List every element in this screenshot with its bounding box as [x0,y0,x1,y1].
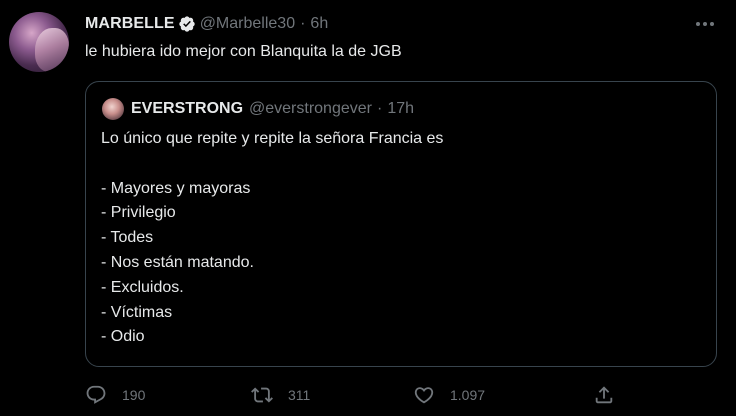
tweet-text: le hubiera ido mejor con Blanquita la de… [85,43,402,60]
reply-button[interactable]: 190 [85,380,145,410]
share-icon [593,384,615,406]
tweet-header: MARBELLE @Marbelle30 · 6h [85,13,328,35]
reply-count: 190 [122,387,146,403]
retweet-button[interactable]: 311 [251,380,310,410]
handle[interactable]: @Marbelle30 [200,15,295,33]
quoted-handle: @everstrongever [249,100,372,117]
quoted-text-line: - Excluidos. [101,278,184,296]
quoted-text-line: - Odio [101,328,145,346]
retweet-count: 311 [288,387,311,403]
quoted-header: EVERSTRONG @everstrongever · 17h [131,98,414,120]
action-bar: 190 311 1.097 [85,380,717,410]
quoted-separator: · [376,100,383,117]
quoted-display-name: EVERSTRONG [131,100,244,117]
quoted-text-line: - Privilegio [101,204,176,222]
quoted-timestamp: 17h [387,100,415,117]
reply-icon [85,384,107,406]
quoted-text-line: Lo único que repite y repite la señora F… [101,130,444,147]
avatar[interactable] [9,12,69,72]
more-icon[interactable] [692,14,718,34]
quoted-text-line: - Nos están matando. [101,253,254,271]
quoted-text: Lo único que repite y repite la señora F… [101,127,443,350]
verified-badge-icon [178,15,196,33]
quoted-text-line [101,152,443,177]
share-button[interactable] [593,380,615,410]
retweet-icon [251,384,273,406]
separator: · [300,15,306,32]
quoted-text-line: - Víctimas [101,303,173,321]
heart-icon [413,384,435,406]
quoted-text-line: - Mayores y mayoras [101,179,251,197]
quoted-text-line: - Todes [101,229,154,247]
quoted-tweet[interactable]: EVERSTRONG @everstrongever · 17h Lo únic… [85,81,717,367]
timestamp[interactable]: 6h [310,15,328,33]
like-button[interactable]: 1.097 [413,380,485,410]
like-count: 1.097 [450,387,486,403]
display-name[interactable]: MARBELLE [85,15,175,33]
tweet[interactable]: MARBELLE @Marbelle30 · 6h le hubiera ido… [0,0,736,416]
quoted-avatar [102,98,124,120]
